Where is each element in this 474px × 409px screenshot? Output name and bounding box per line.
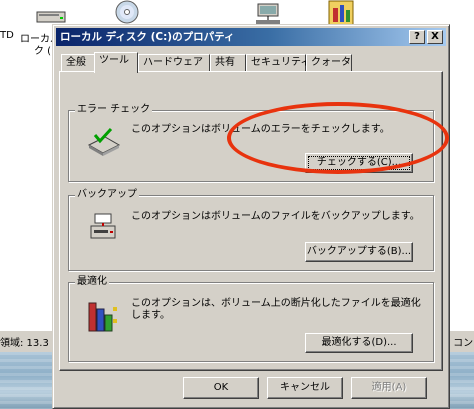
tab-security[interactable]: セキュリティ <box>246 54 310 72</box>
drive-icon[interactable] <box>36 10 66 24</box>
backup-title: バックアップ <box>75 188 139 202</box>
help-button[interactable]: ? <box>409 30 425 44</box>
backup-icon <box>90 213 116 239</box>
apply-button[interactable]: 適用(A) <box>351 377 427 399</box>
control-panel-icon[interactable] <box>328 0 354 26</box>
tab-general[interactable]: 全般 <box>61 54 95 72</box>
defrag-description: このオプションは、ボリューム上の断片化したファイルを最適化します。 <box>131 298 421 321</box>
cd-drive-icon[interactable] <box>112 0 142 24</box>
defragment-now-button[interactable]: 最適化する(D)... <box>305 333 413 353</box>
dialog-title: ローカル ディスク (C:)のプロパティ <box>60 31 235 43</box>
backup-description: このオプションはボリュームのファイルをバックアップします。 <box>131 211 420 222</box>
network-icon[interactable] <box>254 2 282 26</box>
backup-group: バックアップ このオプションはボリュームのファイルをバックアップします。 バック… <box>68 188 434 271</box>
check-now-button[interactable]: チェックする(C)... <box>305 153 413 173</box>
properties-dialog: ローカル ディスク (C:)のプロパティ ? X 全般 ツール ハードウェア 共… <box>52 24 450 409</box>
desktop-drive-label-line2: ク ( <box>34 46 52 57</box>
defrag-group: 最適化 このオプションは、ボリューム上の断片化したファイルを最適化します。 最適… <box>68 275 434 362</box>
disk-check-icon <box>87 127 121 156</box>
tab-sharing[interactable]: 共有 <box>210 54 246 72</box>
backup-now-button[interactable]: バックアップする(B)... <box>305 242 413 262</box>
error-check-group: エラー チェック このオプションはボリュームのエラーをチェックします。 チェック… <box>68 103 434 182</box>
tools-tab-panel: エラー チェック このオプションはボリュームのエラーをチェックします。 チェック… <box>59 71 443 371</box>
cancel-button[interactable]: キャンセル <box>267 377 343 399</box>
status-free-space: 領域: 13.3 G <box>0 338 60 349</box>
dialog-titlebar[interactable]: ローカル ディスク (C:)のプロパティ <box>56 28 446 46</box>
defrag-icon <box>88 302 117 332</box>
error-check-description: このオプションはボリュームのエラーをチェックします。 <box>131 124 390 135</box>
desktop-label-left: TD <box>0 30 14 41</box>
defrag-title: 最適化 <box>75 275 109 289</box>
error-check-title: エラー チェック <box>75 103 153 117</box>
tab-quota[interactable]: クォータ <box>306 54 352 72</box>
ok-button[interactable]: OK <box>183 377 259 399</box>
close-button[interactable]: X <box>427 30 443 44</box>
tab-tools[interactable]: ツール <box>94 52 138 73</box>
tab-hardware[interactable]: ハードウェア <box>138 54 210 72</box>
